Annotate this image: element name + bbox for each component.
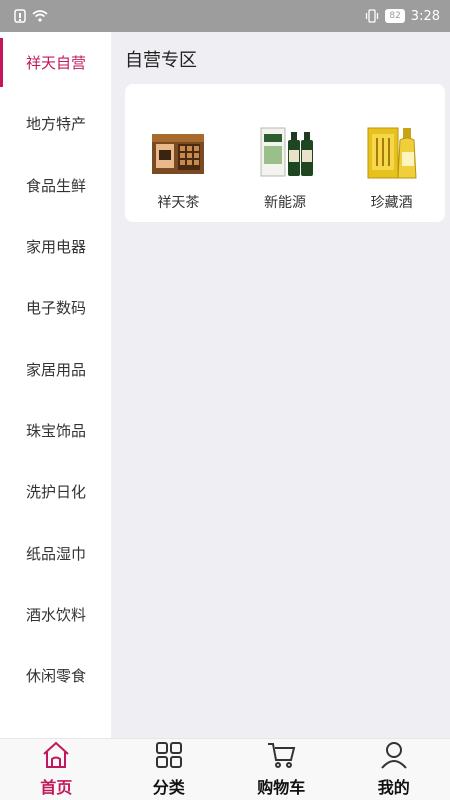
sidebar-item-snacks[interactable]: 休闲零食: [0, 645, 111, 706]
home-icon: [43, 741, 69, 768]
nav-category[interactable]: 分类: [113, 739, 226, 800]
sidebar-item-household[interactable]: 家居用品: [0, 338, 111, 399]
nav-label: 购物车: [257, 778, 306, 797]
sidebar-item-fresh-food[interactable]: 食品生鲜: [0, 155, 111, 216]
nav-mine[interactable]: 我的: [338, 739, 450, 800]
liquor-box-icon: [362, 124, 422, 180]
status-right: 82 3:28: [365, 9, 440, 24]
product-liquor[interactable]: 珍藏酒: [347, 124, 437, 212]
main-content: 自营专区 祥天茶 新能源 珍藏酒: [111, 32, 450, 738]
sidebar-item-local-specialty[interactable]: 地方特产: [0, 93, 111, 154]
status-left: [14, 9, 48, 23]
category-sidebar: 祥天自营 地方特产 食品生鲜 家用电器 电子数码 家居用品 珠宝饰品 洗护日化 …: [0, 32, 111, 738]
nav-cart[interactable]: 购物车: [225, 739, 338, 800]
wifi-icon: [32, 10, 48, 22]
sidebar-item-jewelry[interactable]: 珠宝饰品: [0, 400, 111, 461]
product-name: 祥天茶: [157, 195, 200, 211]
battery-indicator: 82: [385, 9, 405, 23]
nav-home[interactable]: 首页: [0, 739, 113, 800]
cart-icon: [268, 743, 296, 768]
nav-label: 分类: [152, 778, 185, 797]
nav-label: 我的: [377, 778, 410, 797]
tea-box-icon: [148, 124, 208, 180]
bottles-box-icon: [255, 124, 315, 180]
sidebar-item-electronics[interactable]: 电子数码: [0, 277, 111, 338]
product-new-energy[interactable]: 新能源: [240, 124, 330, 212]
status-time: 3:28: [410, 8, 440, 24]
product-name: 珍藏酒: [370, 195, 413, 211]
user-icon: [380, 742, 407, 769]
section-title: 自营专区: [125, 50, 197, 71]
grid-icon: [155, 742, 182, 768]
sidebar-item-personal-care[interactable]: 洗护日化: [0, 461, 111, 522]
sidebar-item-xiangtian-ziying[interactable]: 祥天自营: [0, 32, 111, 93]
notification-icon: [14, 9, 26, 23]
nav-label: 首页: [40, 778, 73, 797]
vibrate-icon: [366, 9, 379, 23]
product-card: 祥天茶 新能源 珍藏酒: [125, 84, 445, 222]
sidebar-item-beverages[interactable]: 酒水饮料: [0, 584, 111, 645]
sidebar-item-home-appliances[interactable]: 家用电器: [0, 216, 111, 277]
sidebar-item-paper-wipes[interactable]: 纸品湿巾: [0, 522, 111, 583]
status-bar: 82 3:28: [0, 0, 450, 32]
product-tea[interactable]: 祥天茶: [133, 124, 223, 212]
product-name: 新能源: [263, 195, 306, 211]
bottom-nav: 首页 分类 购物车 我的: [0, 738, 450, 800]
